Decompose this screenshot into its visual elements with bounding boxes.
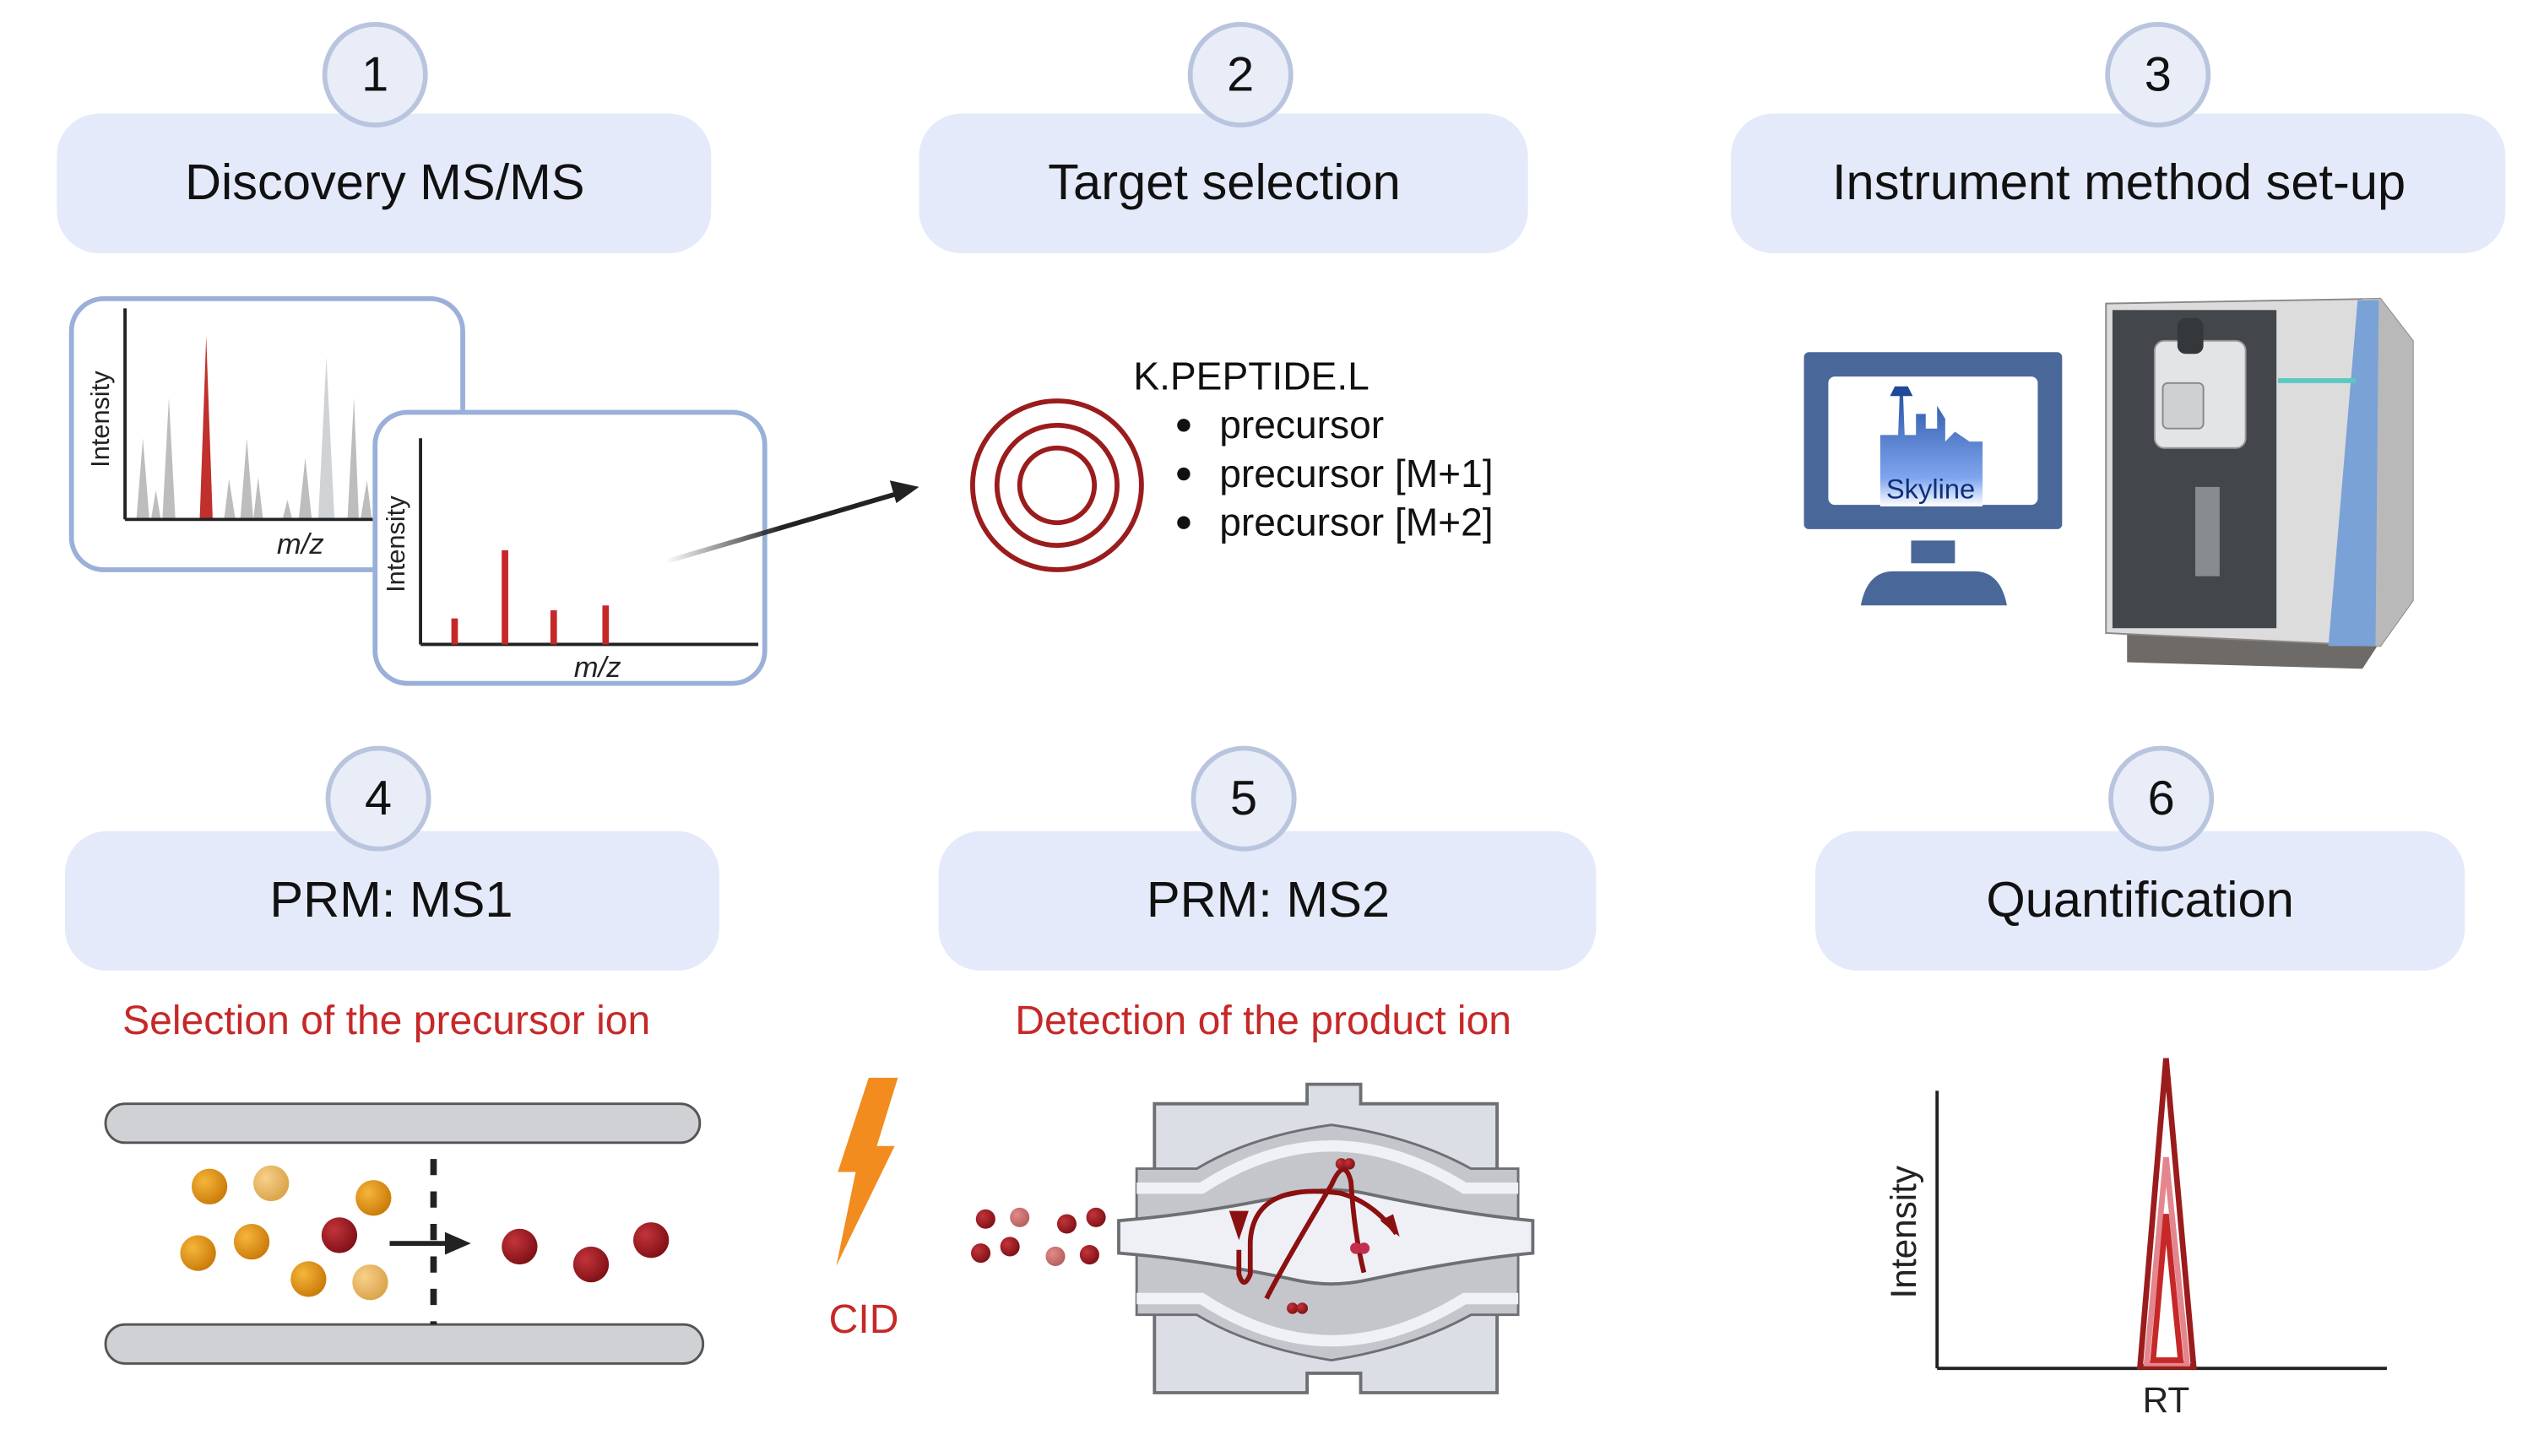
step-number: 4 bbox=[365, 771, 392, 825]
mass-spectrometer-icon bbox=[2105, 297, 2414, 669]
skyline-logo-text: Skyline bbox=[1886, 473, 1975, 504]
list-item: precursor [M+1] bbox=[1219, 452, 1493, 495]
step-3-header: 3 Instrument method set-up bbox=[1731, 21, 2506, 253]
lightning-icon bbox=[836, 1077, 898, 1266]
target-icon bbox=[970, 398, 1144, 572]
x-axis-label: m/z bbox=[574, 652, 621, 684]
y-axis-label: Intensity bbox=[1884, 1165, 1923, 1298]
quadrupole-rods bbox=[104, 1102, 705, 1365]
step-number: 3 bbox=[2145, 47, 2172, 101]
step-4-subtitle: Selection of the precursor ion bbox=[122, 998, 650, 1043]
computer-monitor-icon: Skyline bbox=[1803, 352, 2063, 606]
precursor-list: precursor precursor [M+1] precursor [M+2… bbox=[1177, 403, 1494, 544]
step-4-header: 4 PRM: MS1 bbox=[64, 745, 719, 971]
step-number: 5 bbox=[1230, 771, 1257, 825]
step-5-subtitle: Detection of the product ion bbox=[1015, 998, 1511, 1043]
ions bbox=[180, 1165, 670, 1301]
peptide-sequence: K.PEPTIDE.L bbox=[1133, 355, 1370, 398]
step-title: Target selection bbox=[1048, 154, 1401, 210]
step-title: Discovery MS/MS bbox=[185, 154, 585, 210]
orbitrap-analyzer bbox=[1117, 1068, 1535, 1394]
step-2-header: 2 Target selection bbox=[919, 21, 1528, 253]
cid-label: CID bbox=[829, 1296, 899, 1342]
step-number: 2 bbox=[1227, 47, 1254, 101]
list-item: precursor bbox=[1219, 403, 1384, 447]
step-1-header: 1 Discovery MS/MS bbox=[57, 21, 712, 253]
step-5-header: 5 PRM: MS2 bbox=[938, 745, 1597, 971]
x-axis-label: RT bbox=[2143, 1380, 2190, 1420]
prm-workflow-diagram: 1 Discovery MS/MS 2 Target selection 3 I… bbox=[57, 21, 2506, 1420]
product-ions-incoming bbox=[971, 1207, 1106, 1266]
chromatogram: Intensity RT bbox=[1884, 1058, 2387, 1420]
step-number: 6 bbox=[2148, 771, 2175, 825]
step-title: PRM: MS2 bbox=[1147, 871, 1390, 928]
y-axis-label: Intensity bbox=[85, 371, 115, 468]
step-title: PRM: MS1 bbox=[269, 871, 513, 928]
step-6-header: 6 Quantification bbox=[1815, 745, 2465, 971]
step-number: 1 bbox=[361, 47, 388, 101]
y-axis-label: Intensity bbox=[381, 495, 410, 593]
step-title: Quantification bbox=[1986, 871, 2294, 928]
step-title: Instrument method set-up bbox=[1832, 154, 2406, 210]
list-item: precursor [M+2] bbox=[1219, 501, 1493, 544]
x-axis-label: m/z bbox=[277, 528, 324, 560]
